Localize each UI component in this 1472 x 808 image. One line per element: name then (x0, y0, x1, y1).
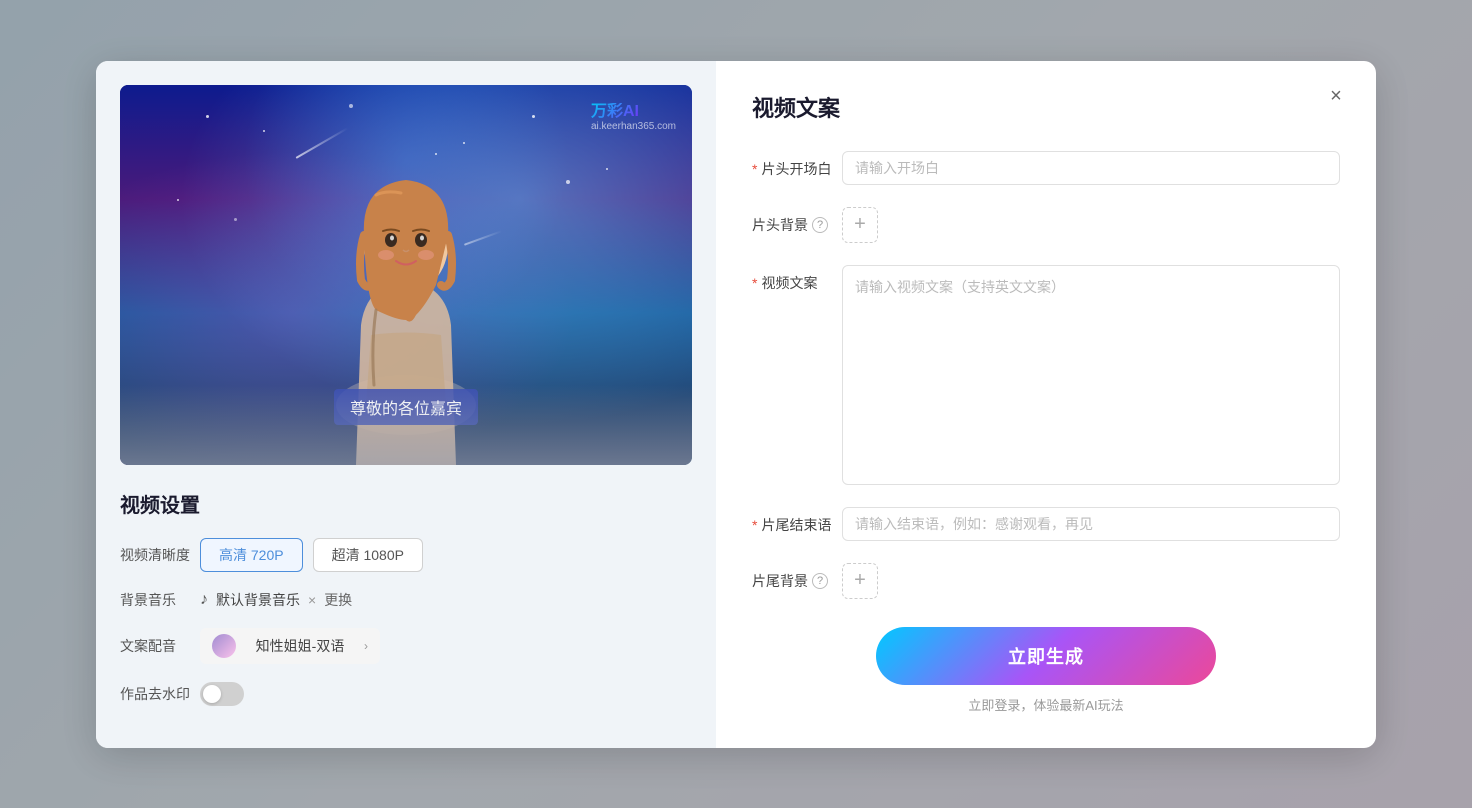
header-bg-add-button[interactable]: + (842, 207, 878, 243)
voice-row: 文案配音 知性姐姐-双语 › (120, 628, 692, 664)
ending-row: * 片尾结束语 (752, 507, 1340, 541)
generate-hint: 立即登录，体验最新AI玩法 (968, 695, 1123, 714)
quality-row: 视频清晰度 高清 720P 超清 1080P (120, 538, 692, 572)
required-star-2: * (752, 275, 757, 291)
music-label: 背景音乐 (120, 590, 200, 610)
voice-label: 文案配音 (120, 636, 200, 656)
content-textarea[interactable] (842, 265, 1340, 485)
music-control: ♪ 默认背景音乐 × 更换 (200, 590, 352, 610)
opening-input[interactable] (842, 151, 1340, 185)
required-star: * (752, 161, 757, 177)
bottom-fade (120, 385, 692, 465)
help-icon[interactable]: ? (812, 217, 828, 233)
ending-bg-row: 片尾背景 ? + (752, 563, 1340, 599)
watermark-label: 作品去水印 (120, 684, 200, 704)
ending-bg-label: 片尾背景 ? (752, 563, 842, 591)
settings-section: 视频设置 视频清晰度 高清 720P 超清 1080P 背景音乐 ♪ 默认背景音… (120, 465, 692, 706)
chevron-right-icon: › (364, 639, 368, 653)
content-label: * 视频文案 (752, 265, 842, 293)
quality-720p-button[interactable]: 高清 720P (200, 538, 303, 572)
content-row: * 视频文案 (752, 265, 1340, 485)
left-panel: 尊敬的各位嘉宾 万彩AI ai.keerhan365.com 视频设置 视频清 (96, 61, 716, 748)
watermark-row: 作品去水印 (120, 682, 692, 706)
quality-buttons: 高清 720P 超清 1080P (200, 538, 423, 572)
ending-bg-add-button[interactable]: + (842, 563, 878, 599)
video-preview: 尊敬的各位嘉宾 万彩AI ai.keerhan365.com (120, 85, 692, 465)
ending-label: * 片尾结束语 (752, 507, 842, 535)
settings-title: 视频设置 (120, 489, 692, 518)
music-change-button[interactable]: 更换 (324, 590, 352, 610)
quality-label: 视频清晰度 (120, 545, 200, 565)
opening-row: * 片头开场白 (752, 151, 1340, 185)
modal-dialog: 尊敬的各位嘉宾 万彩AI ai.keerhan365.com 视频设置 视频清 (96, 61, 1376, 748)
music-note-icon: ♪ (200, 591, 208, 609)
generate-section: 立即生成 立即登录，体验最新AI玩法 (752, 627, 1340, 714)
header-bg-row: 片头背景 ? + (752, 207, 1340, 243)
voice-selector[interactable]: 知性姐姐-双语 › (200, 628, 380, 664)
modal-overlay: 尊敬的各位嘉宾 万彩AI ai.keerhan365.com 视频设置 视频清 (0, 0, 1472, 808)
music-name: 默认背景音乐 (216, 590, 300, 610)
music-close-icon[interactable]: × (308, 592, 316, 608)
voice-name: 知性姐姐-双语 (256, 636, 345, 656)
watermark-toggle[interactable] (200, 682, 244, 706)
watermark: 万彩AI ai.keerhan365.com (591, 97, 676, 132)
header-bg-label: 片头背景 ? (752, 207, 842, 235)
close-button[interactable]: × (1320, 81, 1352, 113)
required-star-3: * (752, 517, 757, 533)
voice-avatar (212, 634, 236, 658)
generate-button[interactable]: 立即生成 (876, 627, 1216, 685)
music-row: 背景音乐 ♪ 默认背景音乐 × 更换 (120, 590, 692, 610)
ending-help-icon[interactable]: ? (812, 573, 828, 589)
right-panel: × 视频文案 * 片头开场白 片头背景 ? + (716, 61, 1376, 748)
panel-title: 视频文案 (752, 91, 1340, 123)
ending-input[interactable] (842, 507, 1340, 541)
quality-1080p-button[interactable]: 超清 1080P (313, 538, 423, 572)
opening-label: * 片头开场白 (752, 151, 842, 179)
